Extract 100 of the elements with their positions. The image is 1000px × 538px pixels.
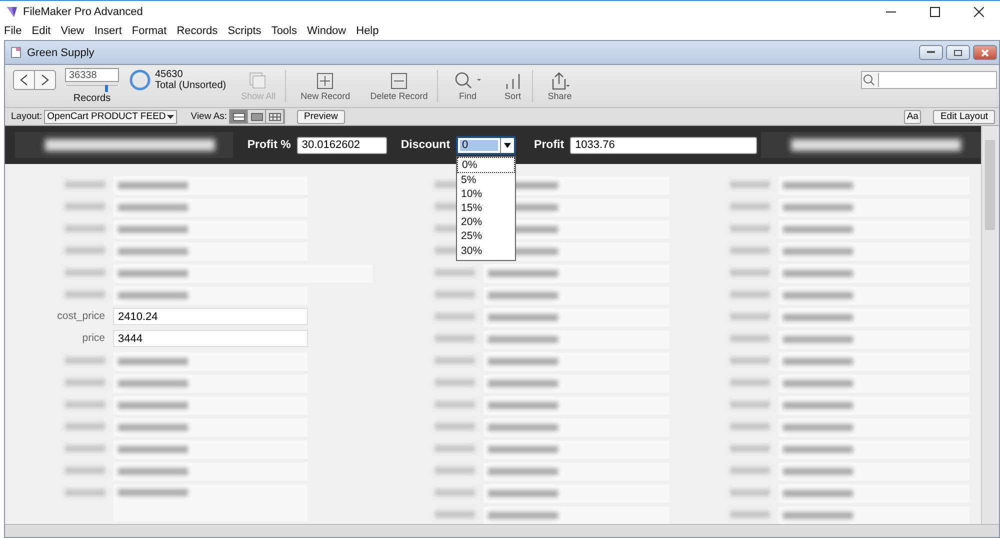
toolbar-button[interactable]: Share	[542, 71, 577, 101]
list-view-icon	[250, 112, 263, 120]
menu-item[interactable]: Scripts	[228, 24, 262, 36]
dropdown-option[interactable]: 25%	[457, 229, 516, 244]
blurred-label	[730, 401, 770, 408]
quick-find-field[interactable]	[861, 71, 997, 89]
profit-label: Profit	[534, 139, 564, 151]
search-icon	[862, 73, 879, 87]
menu-item[interactable]: Edit	[32, 24, 51, 36]
document-icon	[11, 47, 21, 58]
blurred-label	[730, 445, 770, 452]
blurred-label	[65, 445, 105, 452]
view-mode-button[interactable]	[230, 110, 248, 123]
blurred-label	[435, 379, 475, 386]
close-icon[interactable]	[974, 6, 984, 16]
blurred-label	[65, 401, 105, 408]
menu-item[interactable]: Tools	[271, 24, 297, 36]
profit-field[interactable]: 1033.76	[570, 136, 757, 154]
minimize-icon	[927, 51, 935, 54]
blurred-label	[730, 247, 770, 254]
blurred-label	[65, 203, 105, 210]
minus-icon	[388, 71, 409, 91]
view-mode-button[interactable]	[248, 110, 266, 123]
search-icon	[452, 71, 483, 91]
plus-icon	[315, 71, 336, 91]
blurred-label	[435, 445, 475, 452]
menu-item[interactable]: Insert	[94, 24, 122, 36]
maximize-icon[interactable]	[930, 6, 940, 16]
caret-icon	[166, 114, 174, 118]
found-set-pie-icon	[129, 69, 151, 91]
menu-item[interactable]: Help	[356, 24, 379, 36]
toolbar-button[interactable]: Find	[448, 71, 488, 101]
blurred-label	[730, 269, 770, 276]
blurred-label	[435, 511, 475, 518]
blurred-label	[65, 269, 105, 276]
menu-item[interactable]: File	[4, 24, 22, 36]
table-view-icon	[268, 112, 281, 120]
stacked-pages-icon	[248, 71, 268, 91]
slider-thumb[interactable]	[104, 85, 108, 92]
field-label: price	[81, 331, 106, 346]
vertical-scrollbar[interactable]	[981, 126, 999, 524]
blurred-label	[435, 423, 475, 430]
blurred-label	[65, 291, 105, 298]
toolbar-button[interactable]: Sort	[498, 71, 528, 101]
dropdown-option[interactable]: 5%	[457, 172, 516, 187]
layout-label: Layout:	[11, 111, 42, 122]
preview-button[interactable]: Preview	[297, 110, 345, 124]
close-button[interactable]	[973, 45, 997, 60]
menu-item[interactable]: View	[60, 24, 84, 36]
record-navigation[interactable]	[13, 70, 56, 90]
format-button[interactable]: Aa	[904, 110, 922, 124]
blurred-label	[65, 357, 105, 364]
blurred-label	[730, 313, 770, 320]
menu-item[interactable]: Format	[132, 24, 167, 36]
blurred-label	[65, 247, 105, 254]
blurred-label	[730, 379, 770, 386]
records-label: Records	[73, 93, 111, 104]
dropdown-option[interactable]: 0%	[457, 156, 516, 173]
text-field[interactable]: 3444	[113, 330, 308, 347]
discount-dropdown[interactable]: 0	[456, 136, 516, 154]
blurred-label	[730, 181, 770, 188]
menu-item[interactable]: Records	[176, 24, 218, 36]
dropdown-option[interactable]: 30%	[457, 244, 516, 258]
layout-dropdown[interactable]: OpenCart PRODUCT FEED	[44, 110, 177, 124]
dropdown-option[interactable]: 20%	[457, 215, 516, 230]
found-status: Total (Unsorted)	[155, 80, 226, 91]
record-slider[interactable]	[66, 85, 118, 92]
blurred-label	[730, 467, 770, 474]
text-field[interactable]: 2410.24	[113, 308, 308, 325]
view-mode-button[interactable]	[266, 110, 284, 123]
window-title: FileMaker Pro Advanced	[23, 6, 143, 18]
blurred-label	[435, 269, 475, 276]
dropdown-option[interactable]: 15%	[457, 201, 516, 216]
blurred-label	[435, 313, 475, 320]
blurred-label	[65, 225, 105, 232]
view-as-label: View As:	[190, 111, 228, 122]
form-view-icon	[232, 112, 245, 120]
blurred-label	[435, 467, 475, 474]
blurred-label	[65, 181, 105, 188]
found-count: 45630	[155, 69, 184, 80]
profit-percent-field[interactable]: 30.0162602	[296, 136, 387, 154]
toolbar-button[interactable]: Delete Record	[365, 71, 433, 101]
restore-button[interactable]	[946, 45, 970, 60]
blurred-label	[65, 489, 105, 496]
dropdown-option[interactable]: 10%	[457, 186, 516, 202]
menu-item[interactable]: Window	[307, 24, 346, 36]
blurred-label	[65, 467, 105, 474]
edit-layout-button[interactable]: Edit Layout	[933, 110, 995, 124]
toolbar-button[interactable]: New Record	[296, 71, 356, 101]
blurred-label	[435, 401, 475, 408]
caret-icon	[504, 142, 512, 148]
blurred-label	[435, 291, 475, 298]
blurred-label	[435, 489, 475, 496]
close-icon	[981, 48, 989, 56]
blurred-label	[65, 379, 105, 386]
record-number-field[interactable]: 36338	[65, 68, 119, 82]
field-label: cost_price	[56, 309, 106, 324]
minimize-button[interactable]	[919, 45, 943, 60]
blurred-label	[730, 423, 770, 430]
blurred-label	[730, 291, 770, 298]
